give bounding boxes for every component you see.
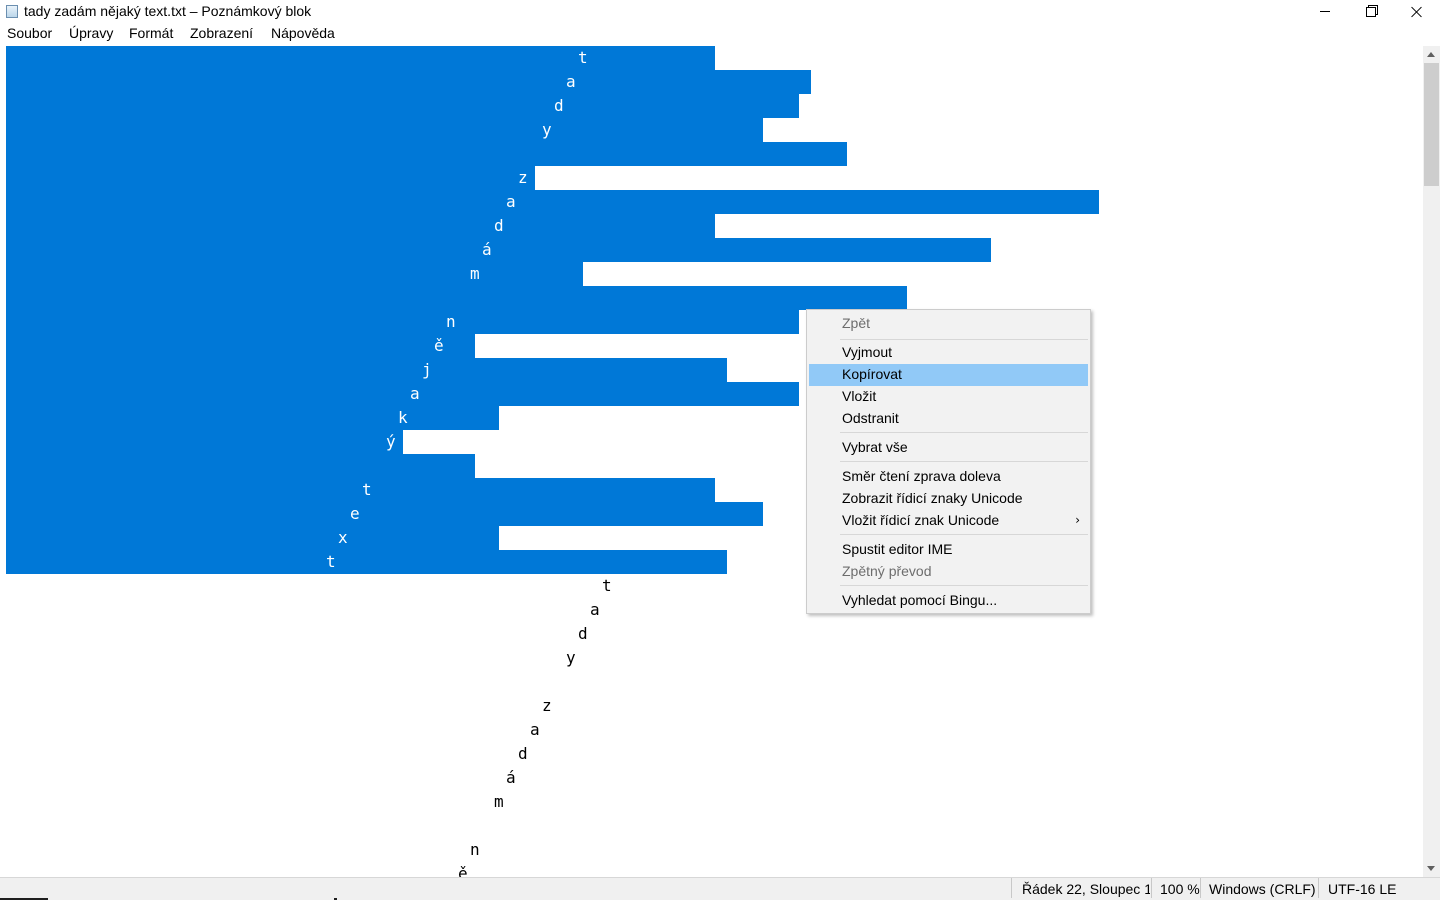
selection-highlight <box>6 382 799 406</box>
editor-char: á <box>506 768 516 787</box>
selection-highlight <box>6 166 535 190</box>
editor-char: z <box>542 696 552 715</box>
minimize-button[interactable] <box>1302 0 1348 24</box>
selection-highlight <box>6 550 727 574</box>
window-title: tady zadám nějaký text.txt – Poznámkový … <box>24 3 312 19</box>
selection-highlight <box>6 286 907 310</box>
editor-char: ě <box>434 336 444 355</box>
editor-char: e <box>350 504 360 523</box>
editor-char: ě <box>458 864 468 877</box>
menu-item-undo[interactable]: Zpět <box>809 313 1088 335</box>
scroll-up-arrow-icon[interactable] <box>1423 46 1440 63</box>
menu-item-insert-unicode-control[interactable]: Vložit řídicí znak Unicode › <box>809 510 1088 532</box>
editor-char: t <box>362 480 372 499</box>
selection-highlight <box>6 118 763 142</box>
title-bar: tady zadám nějaký text.txt – Poznámkový … <box>0 0 1440 24</box>
editor-char: y <box>566 648 576 667</box>
menu-item-reconversion[interactable]: Zpětný převod <box>809 561 1088 583</box>
menu-item-paste[interactable]: Vložit <box>809 386 1088 408</box>
editor-char: z <box>518 168 528 187</box>
scroll-thumb[interactable] <box>1424 63 1439 186</box>
editor-char: x <box>338 528 348 547</box>
vertical-scrollbar[interactable] <box>1423 46 1440 877</box>
restore-button[interactable] <box>1348 0 1394 24</box>
menu-item-cut[interactable]: Vyjmout <box>809 342 1088 364</box>
editor-char: a <box>566 72 576 91</box>
status-line-ending: Windows (CRLF) <box>1209 881 1316 897</box>
menu-separator <box>840 461 1088 462</box>
editor-char: t <box>326 552 336 571</box>
editor-char: d <box>578 624 588 643</box>
status-position: Řádek 22, Sloupec 1 <box>1022 881 1150 897</box>
text-editor[interactable]: tadyzadámnějakýtexttadyzadámně <box>0 46 1423 877</box>
selection-highlight <box>6 406 499 430</box>
selection-highlight <box>6 46 715 70</box>
menu-separator <box>840 585 1088 586</box>
menu-napoveda[interactable]: Nápověda <box>271 25 335 41</box>
editor-char: k <box>398 408 408 427</box>
menu-item-rtl-reading[interactable]: Směr čtení zprava doleva <box>809 466 1088 488</box>
selection-highlight <box>6 310 799 334</box>
selection-highlight <box>6 526 499 550</box>
selection-highlight <box>6 262 583 286</box>
editor-char: a <box>590 600 600 619</box>
selection-highlight <box>6 430 403 454</box>
editor-char: d <box>554 96 564 115</box>
editor-char: d <box>518 744 528 763</box>
status-encoding: UTF-16 LE <box>1328 881 1397 897</box>
menu-format[interactable]: Formát <box>129 25 173 41</box>
menu-separator <box>840 432 1088 433</box>
selection-highlight <box>6 238 991 262</box>
menu-item-open-ime[interactable]: Spustit editor IME <box>809 539 1088 561</box>
editor-char: j <box>422 360 432 379</box>
notepad-icon <box>6 5 18 18</box>
editor-char: a <box>506 192 516 211</box>
selection-highlight <box>6 94 799 118</box>
selection-highlight <box>6 190 1099 214</box>
menu-upravy[interactable]: Úpravy <box>69 25 113 41</box>
submenu-arrow-icon: › <box>1075 513 1080 527</box>
editor-char: á <box>482 240 492 259</box>
editor-char: y <box>542 120 552 139</box>
editor-char: t <box>578 48 588 67</box>
status-bar: Řádek 22, Sloupec 1 100 % Windows (CRLF)… <box>0 877 1440 900</box>
menu-soubor[interactable]: Soubor <box>7 25 52 41</box>
selection-highlight <box>6 478 715 502</box>
menu-bar: Soubor Úpravy Formát Zobrazení Nápověda <box>0 24 1440 45</box>
editor-char: m <box>470 264 480 283</box>
selection-highlight <box>6 358 727 382</box>
selection-highlight <box>6 334 475 358</box>
selection-highlight <box>6 454 475 478</box>
status-encoding-segment: UTF-16 LE <box>1318 878 1440 900</box>
menu-item-search-bing[interactable]: Vyhledat pomocí Bingu... <box>809 590 1088 612</box>
editor-char: a <box>410 384 420 403</box>
scroll-down-arrow-icon[interactable] <box>1423 860 1440 877</box>
selection-highlight <box>6 142 847 166</box>
status-zoom-segment: 100 % <box>1151 878 1201 900</box>
editor-char: d <box>494 216 504 235</box>
context-menu: Zpět Vyjmout Kopírovat Vložit Odstranit … <box>806 309 1091 614</box>
selection-highlight <box>6 214 715 238</box>
selection-highlight <box>6 502 763 526</box>
menu-zobrazeni[interactable]: Zobrazení <box>190 25 253 41</box>
editor-char: t <box>602 576 612 595</box>
menu-item-select-all[interactable]: Vybrat vše <box>809 437 1088 459</box>
menu-item-show-unicode-control[interactable]: Zobrazit řídicí znaky Unicode <box>809 488 1088 510</box>
status-position-segment: Řádek 22, Sloupec 1 <box>1011 878 1152 900</box>
menu-item-copy[interactable]: Kopírovat <box>809 364 1088 386</box>
editor-char: ý <box>386 432 396 451</box>
editor-char: n <box>446 312 456 331</box>
status-line-ending-segment: Windows (CRLF) <box>1200 878 1319 900</box>
editor-char: a <box>530 720 540 739</box>
menu-separator <box>840 339 1088 340</box>
close-button[interactable] <box>1394 0 1440 24</box>
editor-char: m <box>494 792 504 811</box>
editor-char: n <box>470 840 480 859</box>
menu-item-delete[interactable]: Odstranit <box>809 408 1088 430</box>
menu-separator <box>840 534 1088 535</box>
selection-highlight <box>6 70 811 94</box>
status-zoom: 100 % <box>1160 881 1200 897</box>
